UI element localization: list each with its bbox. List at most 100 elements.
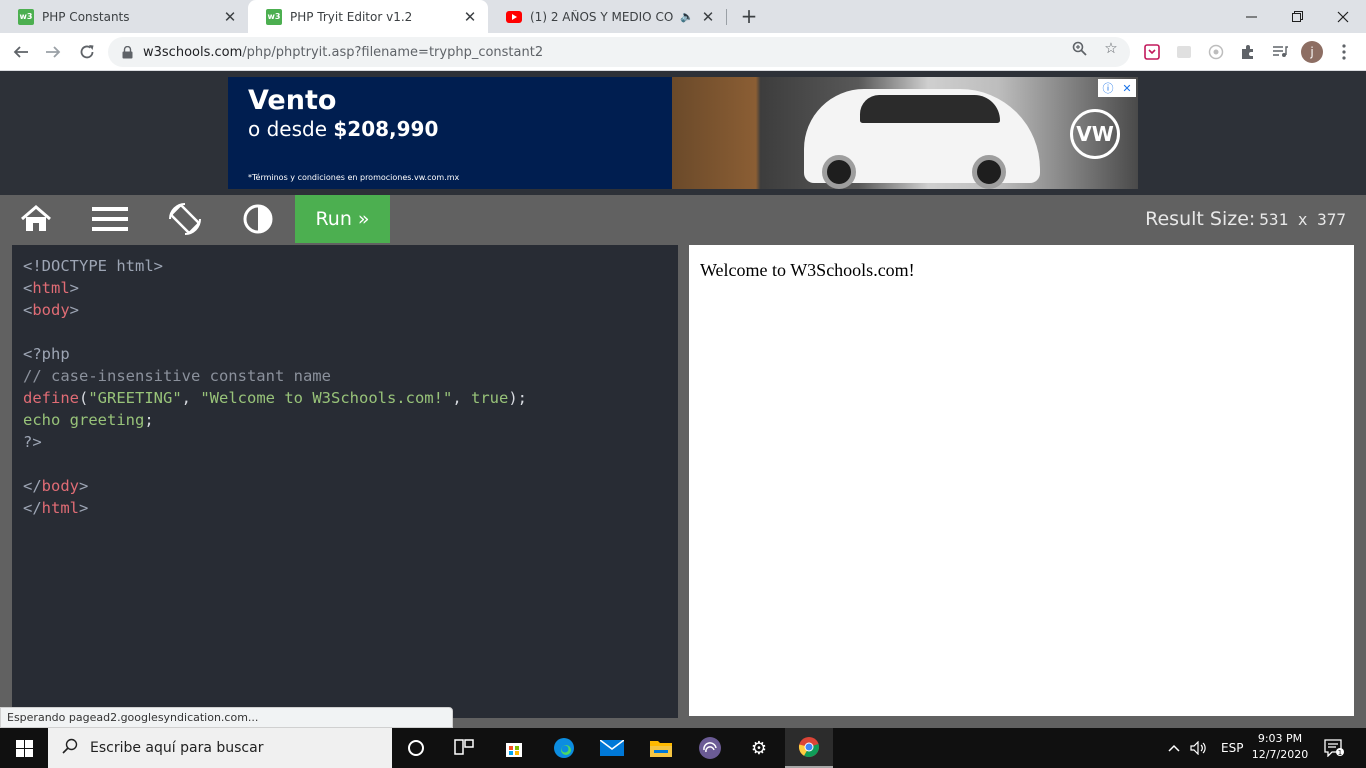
code-token: > <box>69 279 80 297</box>
close-window-button[interactable] <box>1320 0 1366 33</box>
notification-count: 1 <box>1338 749 1342 757</box>
contrast-icon <box>243 204 273 234</box>
settings-gear-icon[interactable]: ⚙ <box>735 728 783 768</box>
code-line[interactable]: <?php <box>23 343 667 365</box>
tab-strip: w3 PHP Constants ✕ w3 PHP Tryit Editor v… <box>0 0 1366 33</box>
minimize-button[interactable] <box>1228 0 1274 33</box>
notifications-icon[interactable]: 1 <box>1324 728 1344 768</box>
youtube-favicon-icon <box>506 9 522 25</box>
task-view-icon[interactable] <box>440 728 488 768</box>
ad-subline: o desde $208,990 <box>248 117 438 141</box>
result-frame[interactable]: Welcome to W3Schools.com! <box>689 245 1354 716</box>
forward-button[interactable] <box>38 37 68 67</box>
car-wheel <box>822 155 856 189</box>
code-line[interactable] <box>23 321 667 343</box>
code-line[interactable] <box>23 453 667 475</box>
tab-separator <box>726 9 727 25</box>
home-button[interactable] <box>11 195 61 243</box>
cortana-icon[interactable] <box>392 728 440 768</box>
extension-grey-icon[interactable] <box>1174 42 1194 62</box>
forward-arrow-icon <box>46 46 61 58</box>
code-line[interactable]: </html> <box>23 497 667 519</box>
code-token: <?php <box>23 345 70 363</box>
media-control-icon[interactable] <box>1270 42 1290 62</box>
extensions-puzzle-icon[interactable] <box>1238 42 1258 62</box>
taskbar-search[interactable]: Escribe aquí para buscar <box>48 728 392 768</box>
ad-choices[interactable]: ⓘ ✕ <box>1098 79 1136 97</box>
menu-kebab-icon[interactable] <box>1334 42 1354 62</box>
rotate-layout-button[interactable] <box>160 195 210 243</box>
bookmark-star-icon[interactable]: ☆ <box>1100 37 1122 59</box>
profile-avatar[interactable]: j <box>1301 41 1323 63</box>
code-token: , <box>181 389 201 407</box>
code-token: "Welcome to W3Schools.com!" <box>200 389 453 407</box>
code-token: < <box>23 279 33 297</box>
back-button[interactable] <box>6 37 36 67</box>
code-line[interactable]: <html> <box>23 277 667 299</box>
extension-circle-icon[interactable] <box>1206 42 1226 62</box>
taskbar: Escribe aquí para buscar ⚙ ESP 9:03 PM 1… <box>0 728 1366 768</box>
status-bubble: Esperando pagead2.googlesyndication.com.… <box>0 707 453 728</box>
code-line[interactable]: ?> <box>23 431 667 453</box>
start-button[interactable] <box>0 728 48 768</box>
input-language[interactable]: ESP <box>1221 728 1243 768</box>
chrome-icon[interactable] <box>785 728 833 768</box>
code-token: < <box>23 301 33 319</box>
clock[interactable]: 9:03 PM 12/7/2020 <box>1248 731 1312 763</box>
app-swirl-icon[interactable] <box>686 728 734 768</box>
restore-button[interactable] <box>1274 0 1320 33</box>
clock-date: 12/7/2020 <box>1251 748 1309 761</box>
result-size-value: 531 x 377 <box>1259 210 1346 229</box>
reload-button[interactable] <box>72 37 102 67</box>
close-tab-icon[interactable]: ✕ <box>222 8 238 26</box>
mail-icon[interactable] <box>588 728 636 768</box>
code-token: > <box>79 477 89 495</box>
tab-title: PHP Tryit Editor v1.2 <box>290 9 413 24</box>
show-hidden-icons[interactable] <box>1168 728 1180 768</box>
code-line[interactable]: // case-insensitive constant name <box>23 365 667 387</box>
address-bar[interactable]: w3schools.com/php/phptryit.asp?filename=… <box>108 37 1130 67</box>
code-line[interactable]: echo greeting; <box>23 409 667 431</box>
code-editor[interactable]: <!DOCTYPE html> <html> <body> <?php// case-… <box>12 245 678 718</box>
pocket-extension-icon[interactable] <box>1142 42 1162 62</box>
w3schools-favicon-icon: w3 <box>266 8 282 25</box>
ad-car-photo <box>672 77 1138 189</box>
close-tab-icon[interactable]: ✕ <box>700 8 716 26</box>
volume-icon[interactable] <box>1190 728 1208 768</box>
speaker-icon[interactable]: 🔈 <box>680 10 694 23</box>
code-line[interactable]: define("GREETING", "Welcome to W3Schools… <box>23 387 667 409</box>
code-token: </ <box>23 499 42 517</box>
store-icon[interactable] <box>490 728 538 768</box>
search-placeholder: Escribe aquí para buscar <box>90 740 264 756</box>
code-token: ?> <box>23 433 42 451</box>
reload-icon <box>80 45 94 59</box>
ad-info-icon[interactable]: ⓘ <box>1102 80 1113 96</box>
code-token: <!DOCTYPE html> <box>23 257 163 275</box>
zoom-icon[interactable] <box>1068 37 1090 59</box>
result-size-label: Result Size: <box>1145 208 1256 230</box>
close-tab-icon[interactable]: ✕ <box>462 8 478 26</box>
theme-toggle-button[interactable] <box>233 195 283 243</box>
edge-icon[interactable] <box>540 728 588 768</box>
ad-close-icon[interactable]: ✕ <box>1122 82 1131 95</box>
back-arrow-icon <box>13 46 28 58</box>
w3schools-favicon-icon: w3 <box>18 8 34 25</box>
tab-tryit-editor[interactable]: w3 PHP Tryit Editor v1.2 ✕ <box>248 0 488 33</box>
code-line[interactable]: </body> <box>23 475 667 497</box>
code-line[interactable]: <body> <box>23 299 667 321</box>
run-button[interactable]: Run » <box>295 195 390 243</box>
search-icon <box>62 738 78 758</box>
code-token: "GREETING" <box>88 389 182 407</box>
ad-banner[interactable]: Vento o desde $208,990 *Términos y condi… <box>228 77 1138 189</box>
rotate-icon <box>169 203 201 235</box>
code-token: body <box>32 301 70 319</box>
ad-subline-prefix: o desde <box>248 117 328 141</box>
tab-youtube[interactable]: (1) 2 AÑOS Y MEDIO CON M 🔈 ✕ <box>488 0 726 33</box>
new-tab-button[interactable]: + <box>737 4 761 28</box>
tab-php-constants[interactable]: w3 PHP Constants ✕ <box>0 0 248 33</box>
lock-icon[interactable] <box>122 45 133 59</box>
code-line[interactable]: <!DOCTYPE html> <box>23 255 667 277</box>
home-icon <box>21 205 51 231</box>
menu-button[interactable] <box>85 195 135 243</box>
file-explorer-icon[interactable] <box>637 728 685 768</box>
